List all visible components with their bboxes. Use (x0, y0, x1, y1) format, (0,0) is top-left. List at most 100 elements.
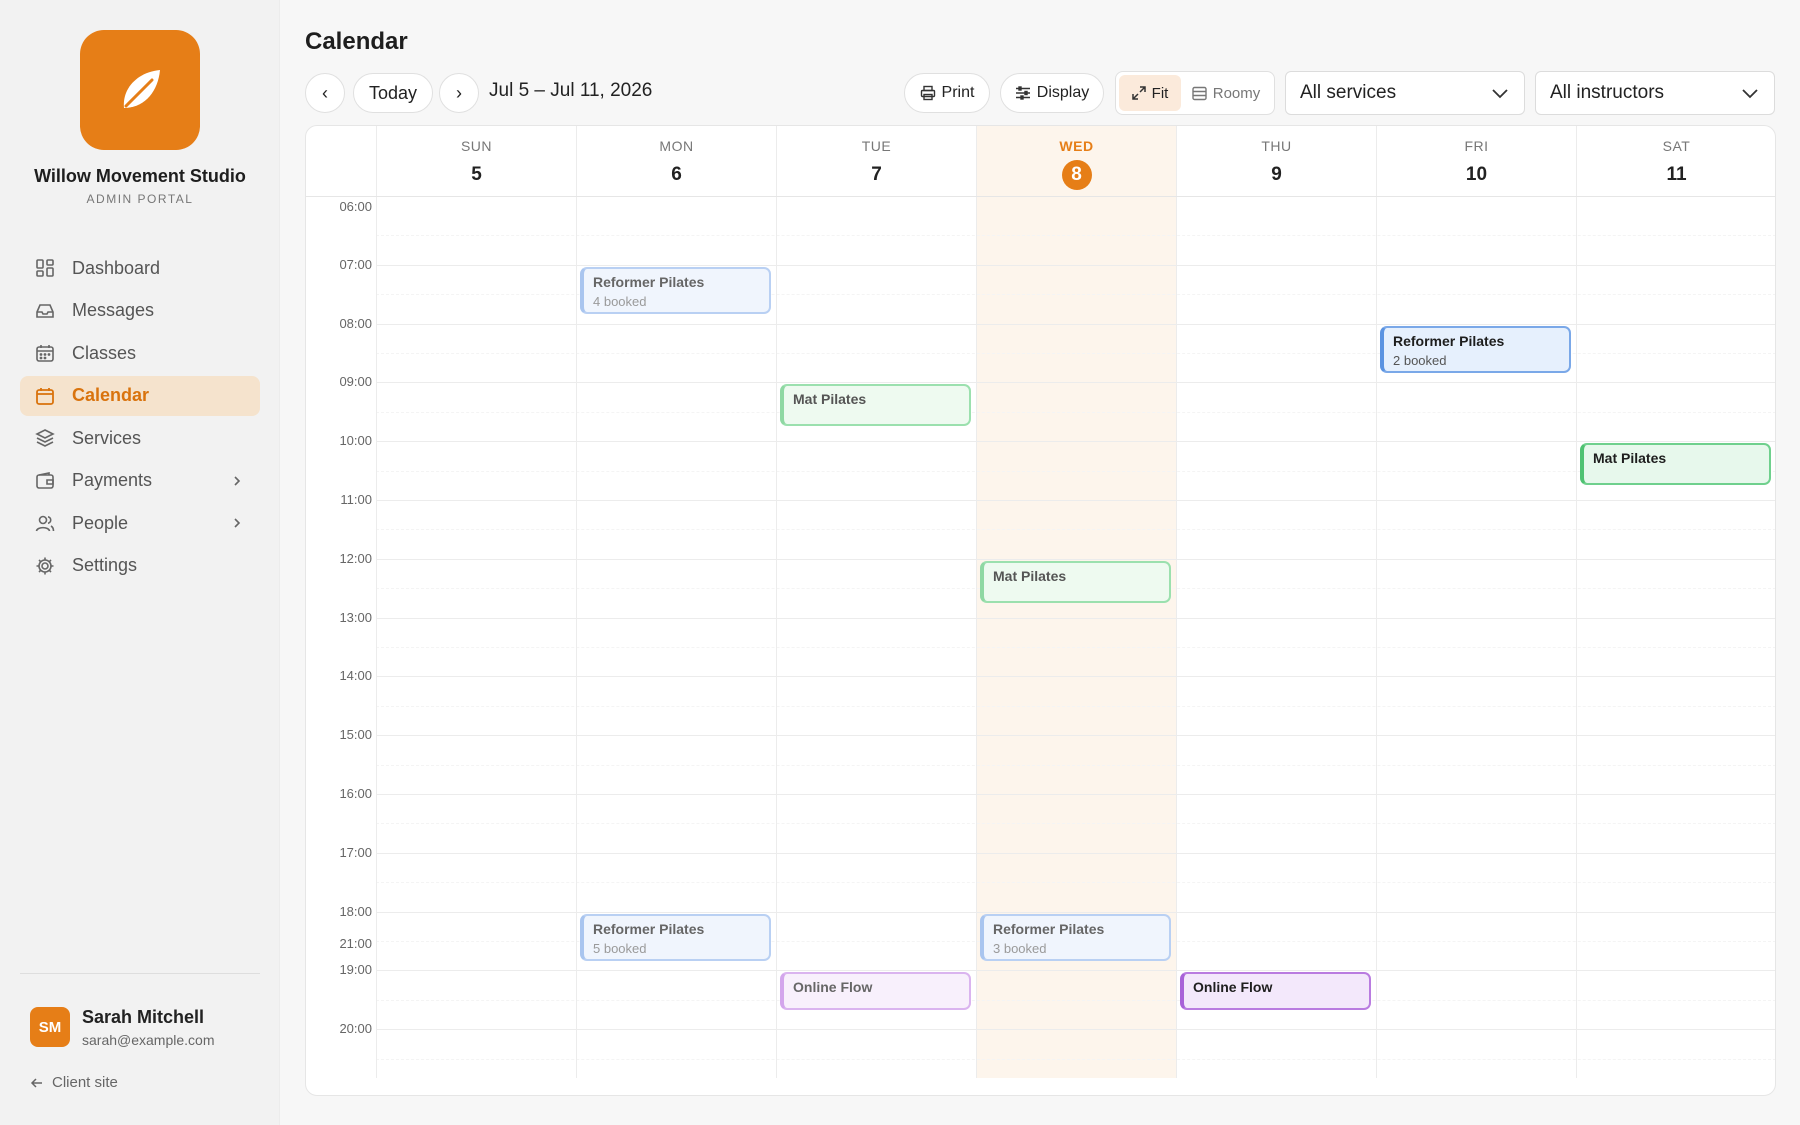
sidebar-item-label: Calendar (72, 385, 150, 405)
fit-option[interactable]: Fit (1119, 75, 1181, 111)
hour-gridline (376, 852, 1775, 854)
half-hour-gridline (376, 411, 1775, 413)
chevron-right-icon (230, 471, 244, 496)
day-header-fri[interactable]: FRI 10 (1376, 126, 1576, 196)
sidebar-item-settings[interactable]: Settings (20, 546, 260, 586)
class-event[interactable]: Reformer Pilates 3 booked (980, 913, 1171, 961)
class-event[interactable]: Mat Pilates (1580, 443, 1771, 486)
today-button[interactable]: Today (353, 73, 433, 113)
hour-gridline (376, 323, 1775, 325)
chevron-right-icon (230, 513, 244, 538)
sidebar-item-payments[interactable]: Payments (20, 461, 260, 501)
sidebar: Willow Movement Studio ADMIN PORTAL Dash… (0, 0, 280, 1125)
avatar[interactable]: SM (30, 1007, 70, 1047)
class-event[interactable]: Reformer Pilates 4 booked (580, 266, 771, 314)
instructors-select[interactable]: All instructors (1535, 71, 1775, 115)
layers-icon (34, 427, 56, 449)
event-booked-count: 5 booked (593, 940, 647, 956)
arrow-left-icon (30, 1076, 44, 1090)
client-site-label: Client site (52, 1074, 118, 1091)
time-label: 07:00 (339, 256, 372, 272)
day-column-divider (376, 196, 377, 1078)
sidebar-item-dashboard[interactable]: Dashboard (20, 248, 260, 288)
sidebar-item-label: Dashboard (72, 257, 161, 278)
hour-gridline (376, 441, 1775, 443)
services-select[interactable]: All services (1285, 71, 1525, 115)
class-event[interactable]: Reformer Pilates 2 booked (1380, 325, 1571, 373)
half-hour-gridline (376, 647, 1775, 648)
services-select-value: All services (1300, 82, 1397, 103)
class-event[interactable]: Online Flow (1180, 972, 1371, 1010)
sidebar-item-messages[interactable]: Messages (20, 291, 260, 331)
class-event[interactable]: Online Flow (780, 972, 971, 1010)
class-event[interactable]: Mat Pilates (780, 384, 971, 427)
sidebar-item-label: Services (72, 427, 142, 448)
day-header-mon[interactable]: MON 6 (576, 126, 776, 196)
sidebar-item-people[interactable]: People (20, 503, 260, 543)
hour-gridline (376, 382, 1775, 384)
page-title: Calendar (305, 28, 408, 55)
prev-week-button[interactable]: ‹ (305, 73, 345, 113)
fit-label: Fit (1151, 84, 1169, 102)
half-hour-gridline (376, 470, 1775, 472)
sidebar-item-classes[interactable]: Classes (20, 333, 260, 373)
print-button[interactable]: Print (904, 73, 990, 113)
user-name: Sarah Mitchell (82, 1007, 205, 1027)
half-hour-gridline (376, 823, 1775, 825)
studio-logo[interactable] (80, 30, 200, 150)
day-header-tue[interactable]: TUE 7 (776, 126, 976, 196)
event-booked-count: 4 booked (593, 293, 647, 309)
class-event[interactable]: Reformer Pilates 5 booked (580, 913, 771, 961)
hour-gridline (376, 794, 1775, 795)
half-hour-gridline (376, 764, 1775, 766)
day-name: SAT (1662, 138, 1691, 154)
client-site-link[interactable]: Client site (30, 1074, 118, 1091)
day-column-divider (776, 196, 777, 1078)
roomy-option[interactable]: Roomy (1181, 75, 1271, 111)
hour-gridline (376, 1029, 1775, 1031)
day-name: TUE (861, 138, 892, 154)
event-booked-count: 2 booked (1393, 352, 1447, 368)
inbox-icon (34, 300, 56, 322)
calendar-icon (34, 385, 56, 407)
hour-gridline (376, 911, 1775, 913)
sidebar-item-label: Payments (72, 470, 153, 490)
day-number: 5 (471, 164, 482, 185)
leaf-icon (123, 70, 160, 108)
next-week-button[interactable]: › (439, 73, 479, 113)
half-hour-gridline (376, 882, 1775, 884)
day-column-divider (1176, 196, 1177, 1078)
event-booked-count: 3 booked (993, 940, 1047, 956)
user-email: sarah@example.com (82, 1032, 215, 1048)
sidebar-item-label: Classes (72, 342, 137, 363)
rows-icon (1192, 86, 1207, 101)
sidebar-nav: Dashboard Messages Classes Calendar Serv… (20, 248, 260, 588)
sidebar-item-label: Messages (72, 300, 155, 320)
time-label: 10:00 (339, 433, 372, 449)
event-title: Mat Pilates (793, 391, 867, 408)
day-header-wed[interactable]: WED 8 (976, 126, 1176, 196)
day-column-divider (1376, 196, 1377, 1078)
studio-subtitle: ADMIN PORTAL (86, 192, 194, 206)
sidebar-item-label: People (72, 512, 129, 533)
display-button[interactable]: Display (1000, 73, 1104, 113)
hour-gridline (376, 617, 1775, 619)
sidebar-item-label: Settings (72, 555, 138, 575)
sidebar-item-services[interactable]: Services (20, 418, 260, 458)
sidebar-item-calendar[interactable]: Calendar (20, 375, 260, 416)
day-number: 8 (977, 160, 1176, 190)
half-hour-gridline (376, 999, 1775, 1001)
half-hour-gridline (376, 235, 1775, 237)
day-header-sun[interactable]: SUN 5 (376, 126, 576, 196)
print-label: Print (941, 84, 975, 101)
chevron-right-icon: › (456, 82, 462, 103)
day-header-thu[interactable]: THU 9 (1176, 126, 1376, 196)
event-title: Online Flow (1193, 979, 1273, 996)
week-calendar: 06:00 07:00 08:00 09:00 10:00 11:00 12:00 13:00… (305, 125, 1776, 1096)
day-header-sat[interactable]: SAT 11 (1576, 126, 1775, 196)
class-event[interactable]: Mat Pilates (980, 560, 1171, 603)
half-hour-gridline (376, 705, 1775, 707)
hour-gridline (376, 676, 1775, 678)
time-label: 14:00 (339, 668, 372, 684)
day-name: FRI (1464, 138, 1489, 154)
